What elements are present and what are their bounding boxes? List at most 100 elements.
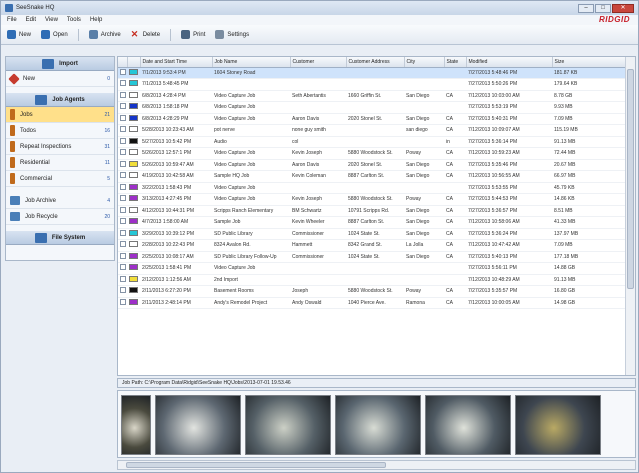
sidebar-item-job-archive[interactable]: Job Archive 4 — [6, 193, 114, 209]
close-button[interactable]: ✕ — [612, 3, 634, 13]
sidebar-item-todos[interactable]: Todos 16 — [6, 123, 114, 139]
row-checkbox[interactable] — [120, 114, 126, 121]
menu-item-help[interactable]: Help — [90, 17, 102, 23]
vertical-scrollbar[interactable] — [625, 57, 635, 375]
table-row[interactable]: 6/8/2013 4:28:29 PM Video Capture Job Aaro… — [118, 113, 627, 125]
thumbnail-2[interactable] — [155, 395, 241, 455]
row-checkbox[interactable] — [120, 241, 126, 248]
column-header-size[interactable]: Size — [552, 57, 628, 68]
table-row[interactable]: 2/28/2013 10:22:43 PM 8324 Avalon Rd. Hamm… — [118, 239, 627, 252]
row-checkbox[interactable] — [120, 126, 126, 133]
row-checkbox[interactable] — [120, 103, 126, 110]
horizontal-scrollbar[interactable] — [117, 460, 636, 470]
import-button[interactable]: Import — [6, 57, 114, 71]
table-row[interactable]: 5/27/2013 10:5:42 PM Audio col in 7/27/2013 … — [118, 136, 627, 148]
file-system-button[interactable]: File System — [6, 231, 114, 245]
table-row[interactable]: 7/1/2013 5:48:45 PM 7/27/2013 5:50:26 PM 1… — [118, 78, 627, 91]
row-checkbox[interactable] — [120, 91, 126, 98]
table-row[interactable]: 4/12/2013 10:44:31 PM Scripps Ranch Eleme… — [118, 205, 627, 217]
row-checkbox-cell — [118, 170, 127, 183]
table-row[interactable]: 2/25/2013 10:08:17 AM SD Public Library F… — [118, 251, 627, 263]
thumbnail-4[interactable] — [335, 395, 421, 455]
row-checkbox[interactable] — [120, 137, 126, 144]
table-row[interactable]: 5/28/2013 10:23:43 AM pot nerve none guy s… — [118, 124, 627, 137]
table-row[interactable]: 3/29/2013 10:39:12 PM SD Public Library Co… — [118, 228, 627, 240]
scrollbar-thumb[interactable] — [627, 69, 634, 289]
cell-customer: Hammett — [290, 239, 346, 252]
cell-job: Video Capture Job — [212, 113, 290, 125]
row-checkbox[interactable] — [120, 275, 126, 282]
settings-icon — [215, 30, 225, 39]
table-row[interactable]: 3/22/2013 1:58:43 PM Video Capture Job 7/2… — [118, 182, 627, 194]
table-row[interactable]: 6/8/2013 4:28:4 PM Video Capture Job Seth … — [118, 90, 627, 102]
toolbar-print-button[interactable]: Print — [181, 30, 205, 39]
maximize-button[interactable]: □ — [595, 3, 611, 13]
menu-item-edit[interactable]: Edit — [26, 17, 36, 23]
column-header-city[interactable]: City — [404, 57, 445, 68]
table-row[interactable]: 4/7/2013 1:58:00 AM Sample Job Kevin Wheel… — [118, 216, 627, 229]
sidebar-item-new[interactable]: New 0 — [6, 71, 114, 87]
sidebar-item-jobs[interactable]: Jobs 21 — [6, 107, 114, 123]
row-checkbox-cell — [118, 147, 127, 160]
menu-item-view[interactable]: View — [45, 17, 58, 23]
row-checkbox[interactable] — [120, 298, 126, 305]
row-checkbox[interactable] — [120, 206, 126, 213]
column-header-customer[interactable]: Customer — [290, 57, 347, 68]
cell-address — [346, 182, 404, 194]
table-row[interactable]: 5/26/2013 12:57:1 PM Video Capture Job Kev… — [118, 147, 627, 160]
column-header-date-and-start-time[interactable]: Date and Start Time — [140, 57, 213, 68]
row-checkbox[interactable] — [120, 287, 126, 294]
row-checkbox[interactable] — [120, 218, 126, 225]
table-row[interactable]: 2/11/2013 6:27:20 PM Basement Rooms Joseph… — [118, 285, 627, 298]
column-header-state[interactable]: State — [444, 57, 467, 68]
toolbar-open-button[interactable]: Open — [41, 30, 68, 39]
sidebar-item-repeat-inspections[interactable]: Repeat Inspections 31 — [6, 139, 114, 155]
toolbar-delete-button[interactable]: ✕ Delete — [131, 30, 160, 39]
sidebar-item-residential[interactable]: Residential 11 — [6, 155, 114, 171]
row-checkbox[interactable] — [120, 172, 126, 179]
column-header-job-name[interactable]: Job Name — [212, 57, 291, 68]
row-checkbox[interactable] — [120, 68, 126, 75]
thumbnail-5[interactable] — [425, 395, 511, 455]
color-tag — [129, 183, 138, 190]
cell-job: Video Capture Job — [212, 90, 290, 102]
table-row[interactable]: 6/8/2013 1:58:18 PM Video Capture Job 7/27… — [118, 101, 627, 114]
scrollbar-thumb[interactable] — [126, 462, 386, 468]
sidebar-item-job-recycle[interactable]: Job Recycle 20 — [6, 209, 114, 225]
menu-item-file[interactable]: File — [7, 17, 17, 23]
table-row[interactable]: 4/19/2013 10:42:58 AM Sample HQ Job Kevin … — [118, 170, 627, 183]
column-header-modified[interactable]: Modified — [466, 57, 553, 68]
table-row[interactable]: 7/1/2013 9:53:4 PM 1604 Stoney Road 7/27/2… — [118, 67, 627, 79]
column-header-color-tag[interactable] — [127, 57, 141, 68]
row-checkbox[interactable] — [120, 149, 126, 156]
table-row[interactable]: 3/13/2013 4:27:45 PM Video Capture Job Kev… — [118, 193, 627, 206]
table-row[interactable]: 2/25/2013 1:58:41 PM Video Capture Job 7/2… — [118, 262, 627, 275]
row-checkbox[interactable] — [120, 80, 126, 87]
row-checkbox[interactable] — [120, 229, 126, 236]
toolbar-archive-button[interactable]: Archive — [88, 30, 121, 39]
thumbnail-1[interactable] — [121, 395, 151, 455]
toolbar-new-button[interactable]: New — [7, 30, 31, 39]
menu-item-tools[interactable]: Tools — [67, 17, 81, 23]
job-agents-header[interactable]: Job Agents — [6, 93, 114, 107]
column-header-checkbox[interactable] — [118, 57, 128, 68]
sidebar-item-commercial[interactable]: Commercial 5 — [6, 171, 114, 187]
column-header-customer-address[interactable]: Customer Address — [346, 57, 405, 68]
row-checkbox[interactable] — [120, 264, 126, 271]
table-row[interactable]: 2/12/2013 1:12:56 AM 2nd Import 7/12/2013 … — [118, 274, 627, 286]
cell-date: 2/11/2013 2:48:14 PM — [140, 297, 212, 309]
row-checkbox[interactable] — [120, 252, 126, 259]
cell-customer: Kevin Wheeler — [290, 216, 346, 229]
color-tag — [129, 195, 138, 202]
row-checkbox[interactable] — [120, 160, 126, 167]
toolbar-settings-button[interactable]: Settings — [215, 30, 249, 39]
cell-size: 177.18 MB — [552, 251, 627, 263]
table-row[interactable]: 2/11/2013 2:48:14 PM Andy's Remodel Proje… — [118, 297, 627, 309]
table-row[interactable]: 5/26/2013 10:59:47 AM Video Capture Job Aa… — [118, 159, 627, 171]
thumbnail-6[interactable] — [515, 395, 601, 455]
sidebar-item-label: Job Archive — [25, 197, 57, 204]
row-checkbox[interactable] — [120, 183, 126, 190]
minimize-button[interactable]: – — [578, 3, 594, 13]
row-checkbox[interactable] — [120, 195, 126, 202]
thumbnail-3[interactable] — [245, 395, 331, 455]
